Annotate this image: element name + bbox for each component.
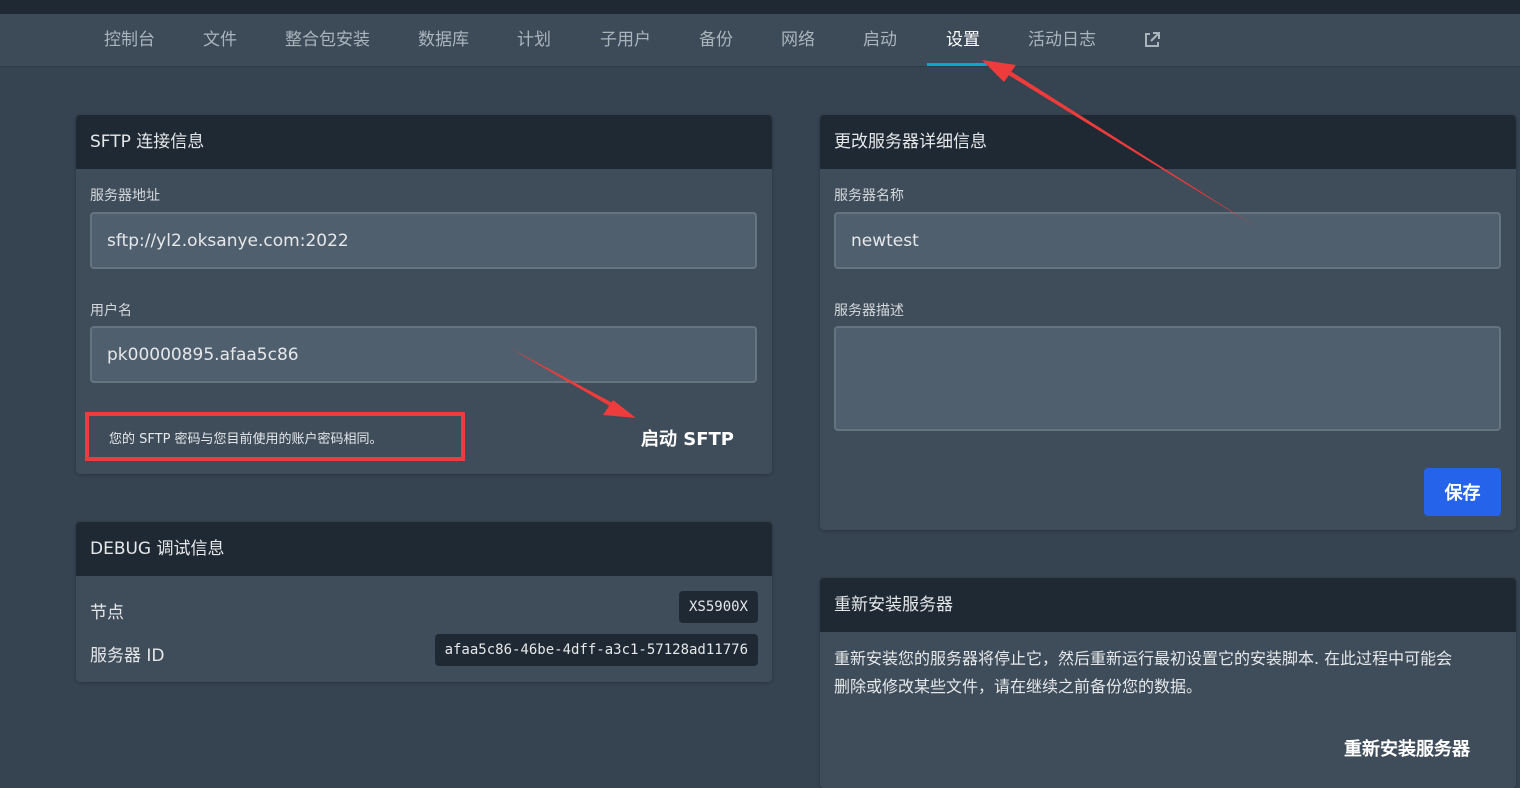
tab-console[interactable]: 控制台 <box>104 14 155 67</box>
server-id-label: 服务器 ID <box>90 646 165 666</box>
server-description-input[interactable] <box>834 326 1501 431</box>
top-bar <box>0 0 1520 14</box>
server-name-label: 服务器名称 <box>834 188 904 204</box>
tab-files[interactable]: 文件 <box>203 14 237 67</box>
server-name-input[interactable] <box>834 212 1501 269</box>
reinstall-server-button[interactable]: 重新安装服务器 <box>1344 731 1470 765</box>
tab-backups[interactable]: 备份 <box>699 14 733 67</box>
tab-modpack-install[interactable]: 整合包安装 <box>285 14 370 67</box>
active-tab-indicator <box>927 63 987 66</box>
save-button[interactable]: 保存 <box>1424 468 1501 516</box>
reinstall-description: 重新安装您的服务器将停止它，然后重新运行最初设置它的安装脚本. 在此过程中可能会… <box>834 645 1506 701</box>
sftp-card-title: SFTP 连接信息 <box>76 115 772 169</box>
reinstall-description-line-1: 重新安装您的服务器将停止它，然后重新运行最初设置它的安装脚本. 在此过程中可能会 <box>834 649 1453 668</box>
tab-settings[interactable]: 设置 <box>946 14 980 67</box>
server-details-card: 更改服务器详细信息 服务器名称 服务器描述 保存 <box>820 115 1516 530</box>
node-value: XS5900X <box>678 591 758 623</box>
tab-schedules[interactable]: 计划 <box>517 14 551 67</box>
debug-card-title: DEBUG 调试信息 <box>76 522 772 576</box>
tab-network[interactable]: 网络 <box>781 14 815 67</box>
external-link-icon[interactable] <box>1144 32 1160 48</box>
server-details-card-title: 更改服务器详细信息 <box>820 115 1516 169</box>
server-address-label: 服务器地址 <box>90 188 160 204</box>
reinstall-card-title: 重新安装服务器 <box>820 578 1516 632</box>
node-label: 节点 <box>90 603 124 623</box>
username-label: 用户名 <box>90 303 132 319</box>
annotation-highlight-box <box>85 412 465 461</box>
tab-subusers[interactable]: 子用户 <box>600 14 651 67</box>
server-id-value: afaa5c86-46be-4dff-a3c1-57128ad11776 <box>434 634 758 666</box>
tab-startup[interactable]: 启动 <box>863 14 897 67</box>
launch-sftp-button[interactable]: 启动 SFTP <box>641 421 734 455</box>
tab-databases[interactable]: 数据库 <box>418 14 469 67</box>
debug-card: DEBUG 调试信息 节点 XS5900X 服务器 ID afaa5c86-46… <box>76 522 772 682</box>
tab-activity-log[interactable]: 活动日志 <box>1028 14 1096 67</box>
reinstall-card: 重新安装服务器 重新安装您的服务器将停止它，然后重新运行最初设置它的安装脚本. … <box>820 578 1516 788</box>
server-address-input[interactable] <box>90 212 757 269</box>
server-description-label: 服务器描述 <box>834 303 904 319</box>
username-input[interactable] <box>90 326 757 383</box>
server-nav: 控制台 文件 整合包安装 数据库 计划 子用户 备份 网络 启动 设置 活动日志 <box>0 14 1520 67</box>
reinstall-description-line-2: 删除或修改某些文件，请在继续之前备份您的数据。 <box>834 677 1203 696</box>
